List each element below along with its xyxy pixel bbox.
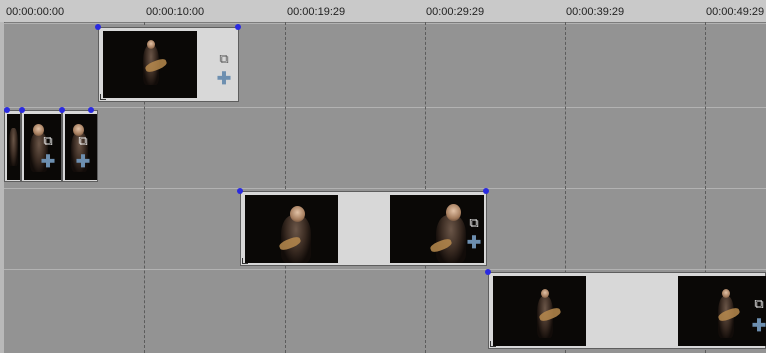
grid-line — [285, 22, 286, 353]
ruler-label-3: 00:00:29:29 — [426, 6, 485, 18]
crop-icon[interactable]: ⧉ — [75, 134, 91, 150]
performer — [9, 128, 18, 166]
clip-start-marker[interactable] — [237, 188, 243, 194]
clip-trim-handle[interactable] — [100, 94, 106, 100]
clip-start-marker[interactable] — [59, 107, 65, 113]
ruler-label-0: 00:00:00:00 — [6, 6, 65, 18]
performer-head — [446, 204, 461, 221]
clip-end-marker[interactable] — [483, 188, 489, 194]
clip-trim-handle[interactable] — [242, 258, 248, 264]
pan-icon[interactable]: ✚ — [216, 70, 232, 88]
ruler-label-2: 00:00:19:29 — [287, 6, 346, 18]
clip-end-marker[interactable] — [235, 24, 241, 30]
crop-icon[interactable]: ⧉ — [751, 297, 766, 313]
crop-icon[interactable]: ⧉ — [466, 216, 482, 232]
clip-start-marker[interactable] — [4, 107, 10, 113]
timecode-ruler[interactable]: 00:00:00:00 00:00:10:00 00:00:19:29 00:0… — [0, 0, 766, 23]
video-clip[interactable]: ⧉ ✚ — [21, 110, 62, 182]
pan-icon[interactable]: ✚ — [466, 234, 482, 252]
video-timeline[interactable]: 00:00:00:00 00:00:10:00 00:00:19:29 00:0… — [0, 0, 766, 353]
performer-head — [722, 289, 730, 298]
clip-thumbnail — [245, 195, 338, 263]
video-clip[interactable]: ⧉ ✚ — [240, 191, 487, 266]
crop-icon[interactable]: ⧉ — [216, 52, 232, 68]
ruler-label-5: 00:00:49:29 — [706, 6, 765, 18]
clip-start-marker[interactable] — [485, 269, 491, 275]
clip-start-marker[interactable] — [95, 24, 101, 30]
clip-thumbnail — [7, 114, 20, 180]
clip-thumbnail — [103, 31, 197, 98]
crop-icon[interactable]: ⧉ — [40, 134, 56, 150]
ruler-label-4: 00:00:39:29 — [566, 6, 625, 18]
clip-trim-handle[interactable] — [490, 341, 496, 347]
performer — [436, 215, 466, 263]
performer-head — [541, 289, 549, 298]
clip-start-marker[interactable] — [19, 107, 25, 113]
video-clip[interactable]: ⧉ ✚ — [62, 110, 98, 182]
performer-head — [147, 40, 155, 49]
video-clip[interactable]: ⧉ ✚ — [488, 272, 766, 349]
video-clip[interactable]: ⧉ ✚ — [98, 27, 239, 102]
ruler-label-1: 00:00:10:00 — [146, 6, 205, 18]
pan-icon[interactable]: ✚ — [40, 153, 56, 171]
pan-icon[interactable]: ✚ — [75, 153, 91, 171]
clip-thumbnail — [493, 276, 586, 346]
track-2[interactable] — [4, 107, 766, 189]
pan-icon[interactable]: ✚ — [751, 317, 766, 335]
performer-head — [290, 206, 305, 222]
video-clip[interactable] — [4, 110, 21, 182]
grid-line — [425, 22, 426, 353]
clip-end-marker[interactable] — [88, 107, 94, 113]
